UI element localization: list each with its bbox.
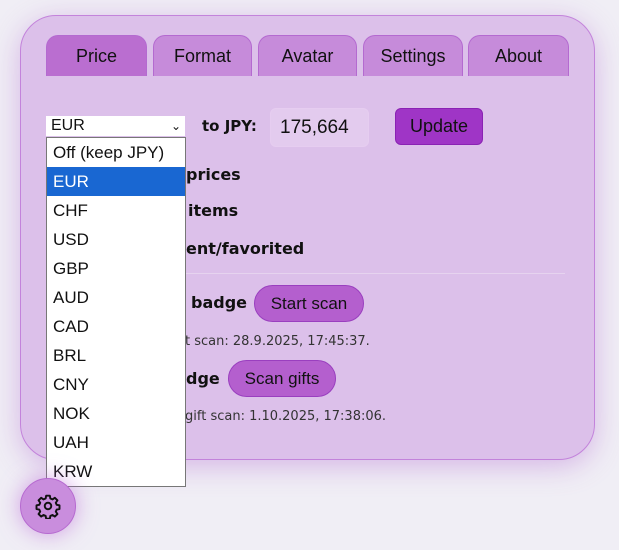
option-cad[interactable]: CAD xyxy=(47,312,185,341)
last-gift-scan-text: gift scan: 1.10.2025, 17:38:06. xyxy=(185,409,387,424)
badge-label: badge xyxy=(191,293,248,312)
scan-gifts-button[interactable]: Scan gifts xyxy=(228,360,336,397)
option-cny[interactable]: CNY xyxy=(47,370,185,399)
rate-input[interactable]: 175,664 xyxy=(270,108,369,147)
tab-settings[interactable]: Settings xyxy=(363,35,463,76)
tab-price[interactable]: Price xyxy=(46,35,147,76)
settings-gear-button[interactable] xyxy=(20,478,76,534)
rate-label: to JPY: xyxy=(202,117,257,135)
currency-dropdown-list: Off (keep JPY) EUR CHF USD GBP AUD CAD B… xyxy=(46,137,186,487)
option-nok[interactable]: NOK xyxy=(47,399,185,428)
option-chf[interactable]: CHF xyxy=(47,196,185,225)
gift-badge-label: dge xyxy=(186,369,220,388)
option-off[interactable]: Off (keep JPY) xyxy=(47,138,185,167)
option-brl[interactable]: BRL xyxy=(47,341,185,370)
tab-avatar[interactable]: Avatar xyxy=(258,35,357,76)
option-krw[interactable]: KRW xyxy=(47,457,185,486)
start-scan-button[interactable]: Start scan xyxy=(254,285,364,322)
gear-icon xyxy=(35,494,61,519)
favorited-label: ent/favorited xyxy=(186,239,305,258)
convert-prices-label: prices xyxy=(186,165,241,184)
option-gbp[interactable]: GBP xyxy=(47,254,185,283)
option-aud[interactable]: AUD xyxy=(47,283,185,312)
option-eur[interactable]: EUR xyxy=(47,167,185,196)
update-button[interactable]: Update xyxy=(395,108,483,145)
tab-format[interactable]: Format xyxy=(153,35,252,76)
tab-about[interactable]: About xyxy=(468,35,569,76)
currency-select-value: EUR xyxy=(51,117,85,134)
currency-select[interactable]: EUR ⌄ xyxy=(46,116,185,136)
last-scan-text: t scan: 28.9.2025, 17:45:37. xyxy=(185,334,370,349)
divider xyxy=(185,273,565,274)
option-usd[interactable]: USD xyxy=(47,225,185,254)
option-uah[interactable]: UAH xyxy=(47,428,185,457)
items-label: items xyxy=(188,201,239,220)
chevron-down-icon: ⌄ xyxy=(170,119,181,133)
